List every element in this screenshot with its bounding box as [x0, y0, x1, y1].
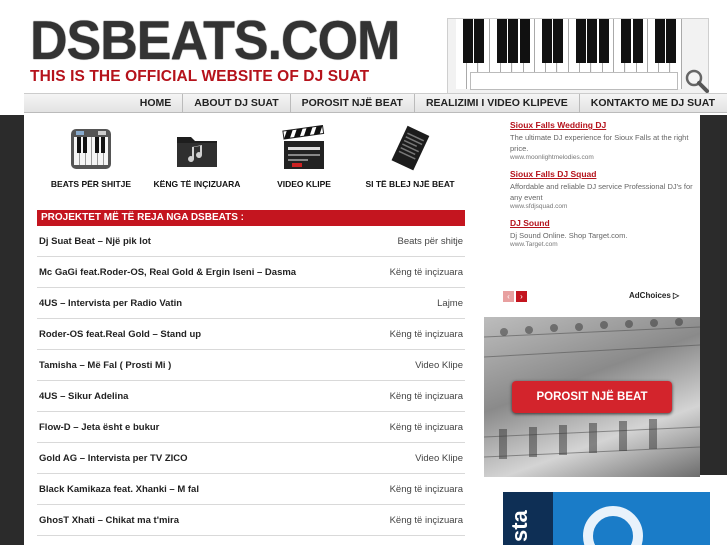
ad-url: www.sfdjsquad.com — [510, 203, 568, 210]
ad-title[interactable]: Sioux Falls Wedding DJ — [510, 120, 700, 130]
category-label: BEATS PËR SHITJE — [50, 179, 132, 189]
ad-description: Affordable and reliable DJ service Profe… — [510, 182, 693, 202]
project-title-link[interactable]: Black Kamikaza feat. Xhanki – M fal — [39, 484, 199, 495]
project-title-link[interactable]: Gold AG – Intervista per TV ZICO — [39, 453, 188, 464]
ad-title[interactable]: Sioux Falls DJ Squad — [510, 169, 700, 179]
project-row[interactable]: 4US – Sikur Adelina Këng të inçizuara — [37, 381, 465, 412]
piano-black-key — [621, 19, 632, 63]
nav-contact[interactable]: KONTAKTO ME DJ SUAT — [580, 94, 727, 112]
project-category-link[interactable]: Këng të inçizuara — [390, 329, 463, 340]
music-folder-icon — [173, 125, 221, 173]
nav-about-dj-suat[interactable]: ABOUT DJ SUAT — [183, 94, 291, 112]
piano-black-key — [598, 19, 609, 63]
piano-black-key — [553, 19, 564, 63]
right-dark-band — [700, 115, 727, 475]
ad-description: The ultimate DJ experience for Sioux Fal… — [510, 133, 689, 153]
project-row[interactable]: Black Kamikaza feat. Xhanki – M fal Këng … — [37, 474, 465, 505]
logo-text: DSBEATS.COM — [30, 10, 400, 72]
category-how-to-buy[interactable]: SI TË BLEJ NJË BEAT — [355, 125, 465, 189]
projects-section-title: PROJEKTET MË TË REJA NGA DSBEATS : — [37, 210, 465, 226]
piano-black-key — [542, 19, 553, 63]
category-video-clips[interactable]: VIDEO KLIPE — [249, 124, 359, 189]
nav-home[interactable]: HOME — [129, 94, 184, 112]
project-row[interactable]: Tamisha – Më Fal ( Prosti Mi ) Video Klip… — [37, 350, 465, 381]
piano-black-key — [587, 19, 598, 63]
project-title-link[interactable]: Dj Suat Beat – Një pik lot — [39, 236, 151, 247]
piano-black-key — [576, 19, 586, 63]
category-beats-for-sale[interactable]: BEATS PËR SHITJE — [36, 125, 146, 189]
category-label: VIDEO KLIPE — [277, 179, 331, 189]
project-row[interactable]: GhosT Xhati – Chikat ma t'mira Këng të in… — [37, 505, 465, 536]
magnifier-icon[interactable] — [684, 68, 710, 94]
project-category-link[interactable]: Këng të inçizuara — [390, 422, 463, 433]
nav-order-beat[interactable]: POROSIT NJË BEAT — [291, 94, 415, 112]
project-category-link[interactable]: Këng të inçizuara — [390, 267, 463, 278]
nav-video-clips[interactable]: REALIZIMI I VIDEO KLIPEVE — [415, 94, 580, 112]
project-category-link[interactable]: Video Klipe — [415, 360, 463, 371]
ad-next-arrow-icon[interactable]: › — [516, 291, 527, 302]
project-row[interactable]: Mc GaGi feat.Roder-OS, Real Gold & Ergin… — [37, 257, 465, 288]
ad-item[interactable]: Sioux Falls DJ Squad Affordable and reli… — [510, 169, 700, 210]
project-title-link[interactable]: Flow-D – Jeta ësht e bukur — [39, 422, 159, 433]
project-row[interactable]: Dj Suat Beat – Një pik lot Beats për shit… — [37, 226, 465, 257]
ad-url: www.Target.com — [510, 241, 558, 248]
piano-black-key — [632, 19, 643, 63]
mixer-banner[interactable]: POROSIT NJË BEAT — [484, 317, 700, 477]
project-title-link[interactable]: Roder-OS feat.Real Gold – Stand up — [39, 329, 201, 340]
bottom-ad-image[interactable]: sta — [503, 492, 710, 545]
left-dark-band — [0, 115, 24, 545]
project-row[interactable]: Flow-D – Jeta ësht e bukur Këng të inçizu… — [37, 412, 465, 443]
piano-black-key — [474, 19, 485, 63]
main-content: BEATS PËR SHITJE KËNG TË INÇIZUARA VIDEO… — [24, 115, 476, 545]
ad-item[interactable]: DJ Sound Dj Sound Online. Shop Target.co… — [510, 218, 700, 248]
search-input[interactable] — [470, 72, 678, 90]
project-row[interactable]: 4US – Intervista per Radio Vatin Lajme — [37, 288, 465, 319]
piano-black-key — [463, 19, 473, 63]
site-logo[interactable]: DSBEATS.COM THIS IS THE OFFICIAL WEBSITE… — [30, 10, 400, 85]
project-category-link[interactable]: Video Klipe — [415, 453, 463, 464]
ad-item[interactable]: Sioux Falls Wedding DJ The ultimate DJ e… — [510, 120, 700, 161]
project-title-link[interactable]: GhosT Xhati – Chikat ma t'mira — [39, 515, 179, 526]
adchoices-link[interactable]: AdChoices ▷ — [629, 291, 679, 300]
projects-list: Dj Suat Beat – Një pik lot Beats për shit… — [37, 226, 465, 536]
project-row[interactable]: Gold AG – Intervista per TV ZICO Video Kl… — [37, 443, 465, 474]
project-title-link[interactable]: 4US – Sikur Adelina — [39, 391, 128, 402]
category-label: SI TË BLEJ NJË BEAT — [365, 179, 455, 189]
ad-pagination: ‹ › — [503, 291, 527, 302]
piano-black-key — [519, 19, 530, 63]
category-icons: BEATS PËR SHITJE KËNG TË INÇIZUARA VIDEO… — [24, 115, 476, 205]
category-recorded-songs[interactable]: KËNG TË INÇIZUARA — [142, 125, 252, 189]
ad-description: Dj Sound Online. Shop Target.com. — [510, 231, 628, 240]
project-row[interactable]: Roder-OS feat.Real Gold – Stand up Këng t… — [37, 319, 465, 350]
project-category-link[interactable]: Beats për shitje — [398, 236, 463, 247]
piano-black-key — [508, 19, 519, 63]
bottom-ad-ring — [583, 506, 643, 545]
piano-black-key — [655, 19, 666, 63]
ads-panel: Sioux Falls Wedding DJ The ultimate DJ e… — [484, 120, 700, 310]
project-category-link[interactable]: Lajme — [437, 298, 463, 309]
project-title-link[interactable]: 4US – Intervista per Radio Vatin — [39, 298, 182, 309]
project-title-link[interactable]: Tamisha – Më Fal ( Prosti Mi ) — [39, 360, 171, 371]
piano-black-key — [496, 19, 507, 63]
bottom-ad-text: sta — [507, 510, 532, 542]
clapperboard-icon — [280, 124, 328, 173]
project-category-link[interactable]: Këng të inçizuara — [390, 484, 463, 495]
piano-icon — [67, 125, 115, 173]
main-navigation: HOME ABOUT DJ SUAT POROSIT NJË BEAT REAL… — [24, 93, 727, 113]
ad-url: www.moonlightmelodies.com — [510, 154, 594, 161]
project-title-link[interactable]: Mc GaGi feat.Roder-OS, Real Gold & Ergin… — [39, 267, 296, 278]
project-category-link[interactable]: Këng të inçizuara — [390, 515, 463, 526]
order-beat-banner-button[interactable]: POROSIT NJË BEAT — [512, 381, 672, 413]
ad-prev-arrow-icon[interactable]: ‹ — [503, 291, 514, 302]
project-category-link[interactable]: Këng të inçizuara — [390, 391, 463, 402]
category-label: KËNG TË INÇIZUARA — [153, 179, 241, 189]
document-icon — [386, 125, 434, 173]
piano-black-key — [666, 19, 677, 63]
ad-title[interactable]: DJ Sound — [510, 218, 700, 228]
